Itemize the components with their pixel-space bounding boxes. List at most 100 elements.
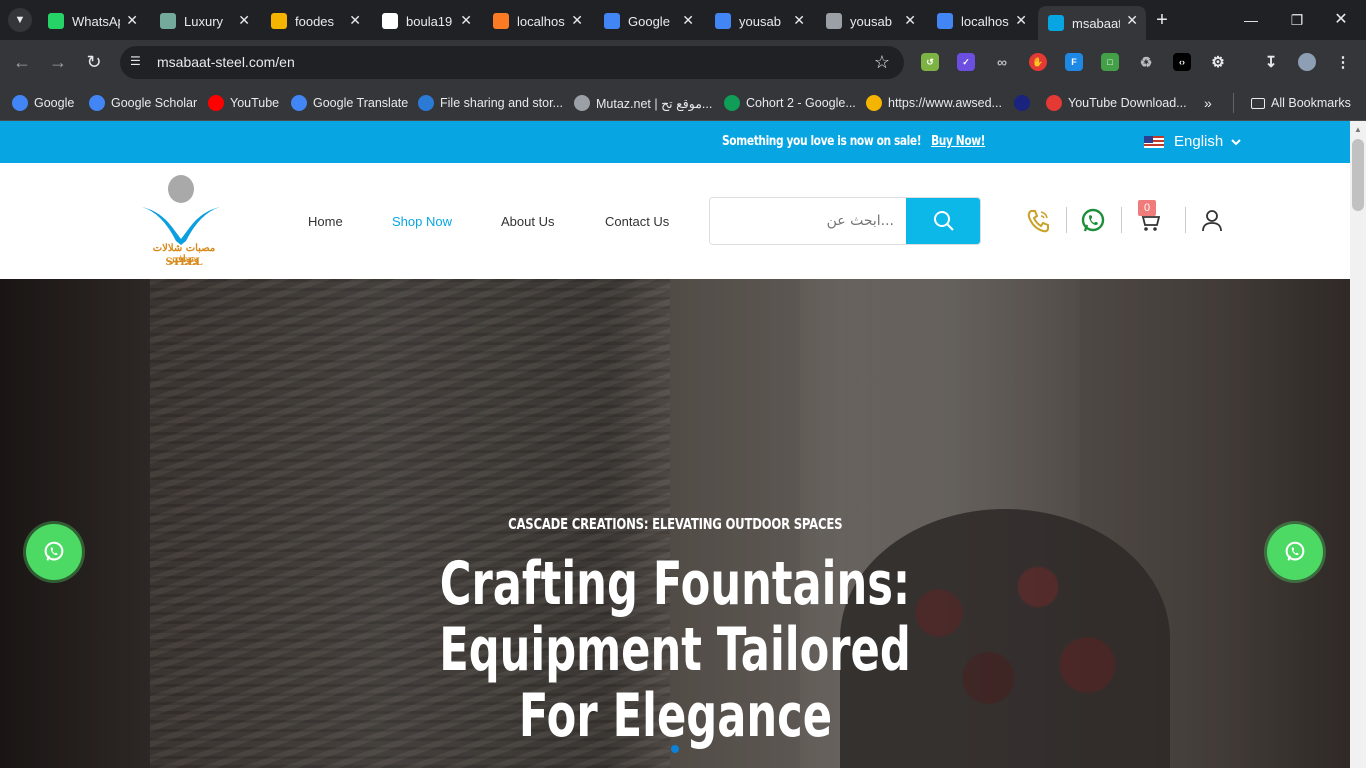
more-bookmarks-chevron-icon[interactable]: » — [1204, 93, 1212, 113]
restore-button[interactable]: ❐ — [1282, 8, 1312, 32]
extension-icon[interactable]: F — [1065, 53, 1083, 71]
scrollbar-thumb[interactable] — [1352, 139, 1364, 211]
whatsapp-float-button-right[interactable] — [1267, 524, 1323, 580]
bookmark-item[interactable]: Google Translate — [291, 93, 408, 113]
slider-dot-active[interactable] — [671, 745, 679, 753]
nav-home[interactable]: Home — [308, 214, 343, 229]
reload-button[interactable]: ↻ — [82, 50, 106, 74]
hero-title: Crafting Fountains: Equipment Tailored F… — [175, 551, 1175, 749]
language-label: English — [1174, 133, 1224, 150]
bookmark-item[interactable]: Mutaz.net | موقع تح... — [574, 93, 712, 113]
new-tab-button[interactable]: + — [1150, 8, 1174, 32]
back-button[interactable]: ← — [10, 50, 34, 74]
bookmark-item[interactable]: https://www.awsed... — [866, 93, 1002, 113]
bookmark-item[interactable]: YouTube — [208, 93, 279, 113]
bookmark-item[interactable] — [1014, 93, 1036, 113]
tab-close-icon[interactable]: ✕ — [1015, 12, 1027, 29]
browser-tab[interactable]: msabaat ✕ — [1038, 6, 1146, 40]
browser-tab[interactable]: localhost ✕ — [927, 6, 1035, 36]
extension-icon[interactable]: □ — [1101, 53, 1119, 71]
address-bar[interactable]: ☰ msabaat-steel.com/en ☆ — [120, 46, 904, 79]
promo-text: Something you love is now on sale! — [722, 134, 922, 149]
whatsapp-icon — [1285, 541, 1305, 561]
user-account-icon[interactable] — [1198, 207, 1226, 235]
all-bookmarks-label: All Bookmarks — [1271, 96, 1351, 110]
site-logo[interactable]: مصبات شلالات ونوافير STEEL — [140, 171, 228, 271]
msabaat-logo-icon — [1048, 15, 1064, 31]
bookmark-item[interactable]: Google — [12, 93, 74, 113]
bookmark-item[interactable]: YouTube Download... — [1046, 93, 1187, 113]
tab-search-button[interactable]: ▼ — [8, 8, 32, 32]
bookmark-item[interactable]: Google Scholar — [89, 93, 197, 113]
nav-about-us[interactable]: About Us — [501, 214, 554, 229]
browser-tab[interactable]: boula19 ✕ — [372, 6, 480, 36]
tab-title: yousab — [850, 13, 892, 29]
profile-avatar-icon[interactable] — [1298, 53, 1316, 71]
language-selector[interactable]: English — [1144, 133, 1243, 150]
tab-close-icon[interactable]: ✕ — [571, 12, 583, 29]
extension-icon[interactable]: ♻ — [1137, 53, 1155, 71]
tab-title: Luxury — [184, 13, 224, 29]
downloads-icon[interactable]: ↧ — [1262, 53, 1280, 71]
browser-tab[interactable]: WhatsApp ✕ — [38, 6, 146, 36]
address-url[interactable]: msabaat-steel.com/en — [157, 54, 295, 70]
bookmark-item[interactable]: File sharing and stor... — [418, 93, 563, 113]
tab-title: boula19 — [406, 13, 453, 29]
tab-title: yousab — [739, 13, 781, 29]
nav-contact-us[interactable]: Contact Us — [605, 214, 669, 229]
search-button[interactable] — [906, 198, 980, 244]
logo-wings-shape — [142, 207, 220, 245]
tab-close-icon[interactable]: ✕ — [238, 12, 250, 29]
browser-tab[interactable]: localhost ✕ — [483, 6, 591, 36]
bookmark-item[interactable]: Cohort 2 - Google... — [724, 93, 856, 113]
search-input[interactable] — [710, 198, 906, 244]
browser-tab[interactable]: yousab ✕ — [705, 6, 813, 36]
header-divider — [1066, 207, 1067, 233]
whatsapp-float-button-left[interactable] — [26, 524, 82, 580]
tab-title: WhatsApp — [72, 13, 120, 29]
browser-tab[interactable]: Google ✕ — [594, 6, 702, 36]
browser-tab[interactable]: Luxury ✕ — [150, 6, 258, 36]
tab-close-icon[interactable]: ✕ — [904, 12, 916, 29]
extension-icon[interactable]: ∞ — [993, 53, 1011, 71]
extension-icon[interactable]: ‹› — [1173, 53, 1191, 71]
site-info-icon[interactable]: ☰ — [130, 54, 146, 70]
header-divider — [1185, 207, 1186, 233]
tab-close-icon[interactable]: ✕ — [126, 12, 138, 29]
bookmarks-bar: Google Google Scholar YouTube Google Transl… — [0, 85, 1366, 121]
link-icon — [715, 13, 731, 29]
minimize-button[interactable]: — — [1236, 8, 1266, 32]
globe-icon — [826, 13, 842, 29]
bookmark-favicon-icon — [724, 95, 740, 111]
extension-icon[interactable]: ✓ — [957, 53, 975, 71]
extension-icon[interactable]: ↺ — [921, 53, 939, 71]
buy-now-link[interactable]: Buy Now! — [931, 134, 985, 149]
page-scrollbar[interactable]: ▲ — [1350, 121, 1366, 768]
tab-close-icon[interactable]: ✕ — [682, 12, 694, 29]
nav-shop-now[interactable]: Shop Now — [392, 214, 452, 229]
bookmark-label: YouTube — [230, 96, 280, 110]
tab-close-icon[interactable]: ✕ — [793, 12, 805, 29]
extensions-puzzle-icon[interactable]: ⚙ — [1209, 53, 1227, 71]
tab-close-icon[interactable]: ✕ — [349, 12, 361, 29]
browser-tab[interactable]: yousab ✕ — [816, 6, 924, 36]
tab-title: localhost — [517, 13, 565, 29]
bookmark-label: YouTube Download... — [1068, 96, 1187, 110]
promo-message: Something you love is now on sale! Buy N… — [722, 134, 986, 149]
menu-kebab-icon[interactable]: ⋮ — [1334, 53, 1352, 71]
close-window-button[interactable]: ✕ — [1326, 8, 1356, 32]
whatsapp-icon[interactable] — [1079, 207, 1107, 235]
scroll-up-arrow-icon[interactable]: ▲ — [1354, 125, 1362, 134]
tab-close-icon[interactable]: ✕ — [460, 12, 472, 29]
browser-tab[interactable]: foodes ✕ — [261, 6, 369, 36]
tab-title: Google — [628, 13, 670, 29]
extension-icon[interactable]: ✋ — [1029, 53, 1047, 71]
bookmark-favicon-icon — [208, 95, 224, 111]
bookmark-favicon-icon — [12, 95, 28, 111]
forward-button[interactable]: → — [46, 50, 70, 74]
all-bookmarks-button[interactable]: All Bookmarks — [1251, 93, 1351, 113]
logo-english-text: STEEL — [165, 257, 203, 268]
bookmark-star-icon[interactable]: ☆ — [874, 52, 890, 73]
phone-icon[interactable] — [1025, 207, 1053, 235]
tab-close-icon[interactable]: ✕ — [1126, 12, 1138, 29]
